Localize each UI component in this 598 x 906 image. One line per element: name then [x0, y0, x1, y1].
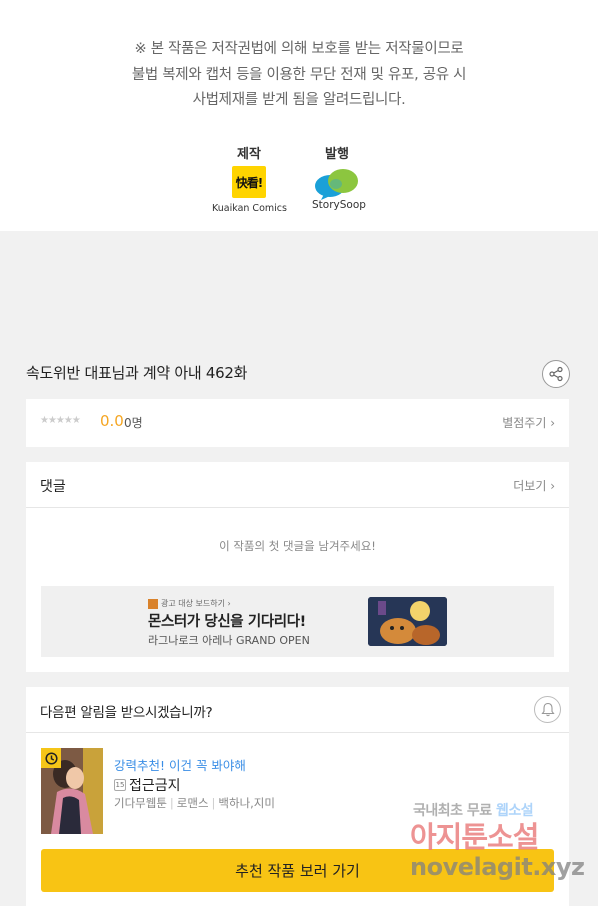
rating-card: ★★★★★ 0.0 0명 별점주기 › [26, 399, 569, 447]
copyright-section: ※ 본 작품은 저작권법에 의해 보호를 받는 저작물이므로 불법 복제와 캡처… [0, 0, 598, 231]
storysoop-logo [315, 169, 358, 200]
ad-small-text: 광고 대상 보드하기 › [148, 598, 231, 609]
recommendation-genre: 기다무웹툰 [114, 796, 167, 810]
comments-empty-message: 이 작품의 첫 댓글을 남겨주세요! [219, 539, 376, 553]
kuaikan-name: Kuaikan Comics [212, 203, 287, 214]
recommendation-title: 접근금지 [129, 778, 181, 794]
recommendation-label: 강력추천! 이건 꼭 봐야해 [114, 758, 246, 773]
rating-count: 0명 [124, 416, 143, 430]
watermark-line-3: novelagit.xyz [410, 853, 585, 881]
recommendation-title-row[interactable]: 15 접근금지 [114, 775, 181, 795]
share-icon [549, 366, 563, 382]
bell-icon [540, 702, 555, 717]
recommendation-category: 로맨스 [176, 796, 209, 810]
clock-icon [44, 751, 58, 765]
notice-line-3: 사법제재를 받게 됨을 알려드립니다. [192, 92, 406, 108]
recommendation-meta: 기다무웹툰 | 로맨스 | 백하나,지미 [114, 796, 275, 810]
kuaikan-logo: 快看! [232, 166, 266, 198]
rate-button[interactable]: 별점주기 › [502, 414, 555, 431]
recommendation-thumbnail[interactable] [41, 748, 103, 834]
notice-line-1: ※ 본 작품은 저작권법에 의해 보호를 받는 저작물이므로 [134, 41, 464, 57]
wait-free-badge [41, 748, 61, 768]
rating-stars[interactable]: ★★★★★ [40, 415, 81, 426]
ad-image [368, 597, 447, 646]
publisher-label: 발행 [325, 147, 349, 162]
comments-more-link[interactable]: 더보기 › [513, 477, 555, 494]
ad-game-icon [148, 598, 158, 609]
production-label: 제작 [237, 147, 261, 162]
episode-title: 속도위반 대표님과 계약 아내 462화 [26, 364, 248, 382]
ad-subtitle: 라그나로크 아레나 GRAND OPEN [148, 634, 310, 647]
divider [26, 732, 569, 733]
divider [26, 507, 569, 508]
storysoop-name: StorySoop [312, 199, 366, 211]
site-watermark: 국내최초 무료 웹소설 아지툰소설 novelagit.xyz [410, 800, 598, 890]
rating-score: 0.0 [100, 412, 124, 430]
comments-heading: 댓글 [40, 479, 66, 495]
recommendation-authors: 백하나,지미 [218, 796, 275, 810]
copyright-notice: ※ 본 작품은 저작권법에 의해 보호를 받는 저작물이므로 불법 복제와 캡처… [0, 37, 598, 114]
ad-banner[interactable]: 광고 대상 보드하기 › 몬스터가 당신을 기다리다! 라그나로크 아레나 GR… [41, 586, 554, 657]
comments-card: 댓글 더보기 › 이 작품의 첫 댓글을 남겨주세요! 광고 대상 보드하기 ›… [26, 462, 569, 672]
notify-question: 다음편 알림을 받으시겠습니까? [40, 705, 213, 721]
share-button[interactable] [542, 360, 570, 388]
ad-title: 몬스터가 당신을 기다리다! [148, 614, 306, 630]
notice-line-2: 불법 복제와 캡처 등을 이용한 무단 전재 및 유포, 공유 시 [131, 66, 467, 83]
ad-small-label: 광고 대상 보드하기 › [161, 599, 231, 608]
age-rating-badge: 15 [114, 779, 126, 791]
notify-bell-button[interactable] [534, 696, 561, 723]
watermark-line-2: 아지툰소설 [410, 820, 539, 854]
